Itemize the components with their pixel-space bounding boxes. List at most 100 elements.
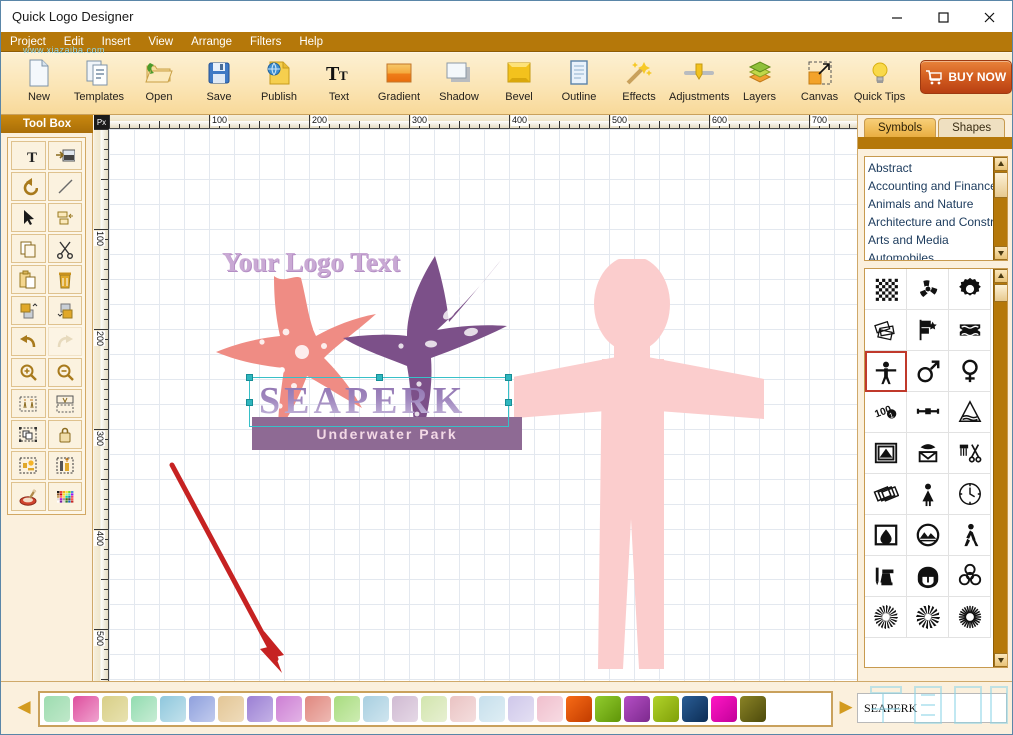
swatch-icy[interactable]	[479, 696, 505, 722]
swatch-pink[interactable]	[537, 696, 563, 722]
buy-now-button[interactable]: BUY NOW	[920, 60, 1012, 94]
swatch-olive-solid[interactable]	[740, 696, 766, 722]
paste-tool[interactable]	[11, 265, 46, 294]
toolbar-button-outline[interactable]: Outline	[549, 53, 609, 111]
swatch-lime-solid[interactable]	[595, 696, 621, 722]
group-tool[interactable]	[11, 420, 46, 449]
toolbar-button-publish[interactable]: Publish	[249, 53, 309, 111]
toolbar-button-adjustments[interactable]: Adjustments	[669, 53, 730, 111]
selection-handle-mr[interactable]	[505, 399, 512, 406]
palette-next-button[interactable]: ▶	[837, 696, 855, 718]
status-object-name[interactable]: SEAPERK	[857, 693, 1007, 723]
person-symbol[interactable]	[514, 259, 804, 679]
selection-handle-ml[interactable]	[246, 399, 253, 406]
money-bills-symbol[interactable]	[865, 310, 907, 351]
logo-title-text[interactable]: Your Logo Text	[222, 247, 400, 278]
maximize-button[interactable]	[920, 1, 966, 32]
cards-symbol[interactable]	[865, 474, 907, 515]
biohazard-symbol[interactable]	[949, 556, 991, 597]
helmet-symbol[interactable]	[907, 556, 949, 597]
symbol-scroll-down-button[interactable]	[994, 653, 1008, 667]
toolbar-button-shadow[interactable]: Shadow	[429, 53, 489, 111]
cut-tool[interactable]	[48, 234, 83, 263]
swatch-orange-solid[interactable]	[566, 696, 592, 722]
menu-item-arrange[interactable]: Arrange	[182, 34, 241, 50]
eyedropper-tool[interactable]	[11, 482, 46, 511]
category-scrollbar[interactable]	[993, 157, 1007, 260]
selection-handle-tl[interactable]	[246, 374, 253, 381]
lock-tool[interactable]	[48, 420, 83, 449]
category-item[interactable]: Abstract	[868, 159, 1004, 177]
selection-handle-tr[interactable]	[505, 374, 512, 381]
swatch-blush[interactable]	[450, 696, 476, 722]
symbol-scroll-up-button[interactable]	[994, 269, 1008, 283]
female-symbol[interactable]	[949, 351, 991, 392]
horizontal-ruler[interactable]: 100200300400500600700	[109, 115, 857, 129]
selection-handle-tc[interactable]	[376, 374, 383, 381]
walking-man-symbol[interactable]	[949, 515, 991, 556]
toolbar-button-quick-tips[interactable]: Quick Tips	[850, 53, 910, 111]
category-list-box[interactable]: AbstractAccounting and FinanceAnimals an…	[864, 156, 1008, 261]
swatch-mint[interactable]	[131, 696, 157, 722]
pen-inkwell-symbol[interactable]	[865, 556, 907, 597]
toolbar-button-layers[interactable]: Layers	[730, 53, 790, 111]
swatch-violet[interactable]	[247, 696, 273, 722]
starburst-symbol[interactable]	[865, 597, 907, 638]
selection-bounding-box[interactable]	[249, 377, 509, 427]
swatch-khaki[interactable]	[102, 696, 128, 722]
add-image-tool[interactable]	[48, 141, 83, 170]
vertical-ruler[interactable]: 100200300400500	[94, 129, 109, 681]
close-button[interactable]	[966, 1, 1012, 32]
sunburst-symbol[interactable]	[949, 597, 991, 638]
clock-symbol[interactable]	[949, 474, 991, 515]
align-tool[interactable]	[48, 203, 83, 232]
category-scroll-thumb[interactable]	[994, 172, 1008, 198]
symbol-grid-box[interactable]: 1001	[864, 268, 1008, 668]
swatch-periwinkle[interactable]	[189, 696, 215, 722]
send-backward-tool[interactable]	[48, 296, 83, 325]
tab-symbols[interactable]: Symbols	[864, 118, 936, 137]
category-item[interactable]: Accounting and Finance	[868, 177, 1004, 195]
minimize-button[interactable]	[874, 1, 920, 32]
male-symbol[interactable]	[907, 351, 949, 392]
person-arms-out-symbol[interactable]	[865, 351, 907, 392]
dumbbell-symbol[interactable]	[907, 392, 949, 433]
swatch-sand[interactable]	[218, 696, 244, 722]
toolbar-button-bevel[interactable]: Bevel	[489, 53, 549, 111]
category-scroll-down-button[interactable]	[994, 246, 1008, 260]
checkerboard-symbol[interactable]	[865, 269, 907, 310]
swatch-lightgreen[interactable]	[334, 696, 360, 722]
color-swatch-tool[interactable]	[48, 482, 83, 511]
category-item[interactable]: Arts and Media	[868, 231, 1004, 249]
select-tool[interactable]	[11, 203, 46, 232]
tab-shapes[interactable]: Shapes	[938, 118, 1005, 137]
envelope-symbol[interactable]	[907, 433, 949, 474]
add-text-tool[interactable]: T	[11, 141, 46, 170]
swatch-salmon[interactable]	[305, 696, 331, 722]
design-canvas[interactable]: Your Logo Text SEAPERK Underwater Park	[109, 129, 857, 681]
symbol-scrollbar[interactable]	[993, 269, 1007, 667]
toolbar-button-new[interactable]: New	[9, 53, 69, 111]
copy-tool[interactable]	[11, 234, 46, 263]
swatch-mauve[interactable]	[392, 696, 418, 722]
menu-item-view[interactable]: View	[139, 34, 182, 50]
swatch-yellowgreen-solid[interactable]	[653, 696, 679, 722]
swatch-purple-solid[interactable]	[624, 696, 650, 722]
toolbar-button-save[interactable]: Save	[189, 53, 249, 111]
bring-forward-tool[interactable]	[11, 296, 46, 325]
swatch-sky[interactable]	[160, 696, 186, 722]
symbol-scroll-thumb[interactable]	[994, 284, 1008, 302]
zoom-out-tool[interactable]	[48, 358, 83, 387]
flip-horizontal-tool[interactable]	[11, 389, 46, 418]
film-strip-symbol[interactable]	[949, 310, 991, 351]
comb-scissors-symbol[interactable]	[949, 433, 991, 474]
line-tool[interactable]	[48, 172, 83, 201]
toolbar-button-effects[interactable]: Effects	[609, 53, 669, 111]
swatch-palegreen[interactable]	[421, 696, 447, 722]
hundred-percent-symbol[interactable]: 1001	[865, 392, 907, 433]
zoom-in-tool[interactable]	[11, 358, 46, 387]
swatch-paleblue[interactable]	[363, 696, 389, 722]
rotate-tool[interactable]	[11, 172, 46, 201]
swatch-magenta-solid[interactable]	[711, 696, 737, 722]
menu-item-help[interactable]: Help	[290, 34, 332, 50]
